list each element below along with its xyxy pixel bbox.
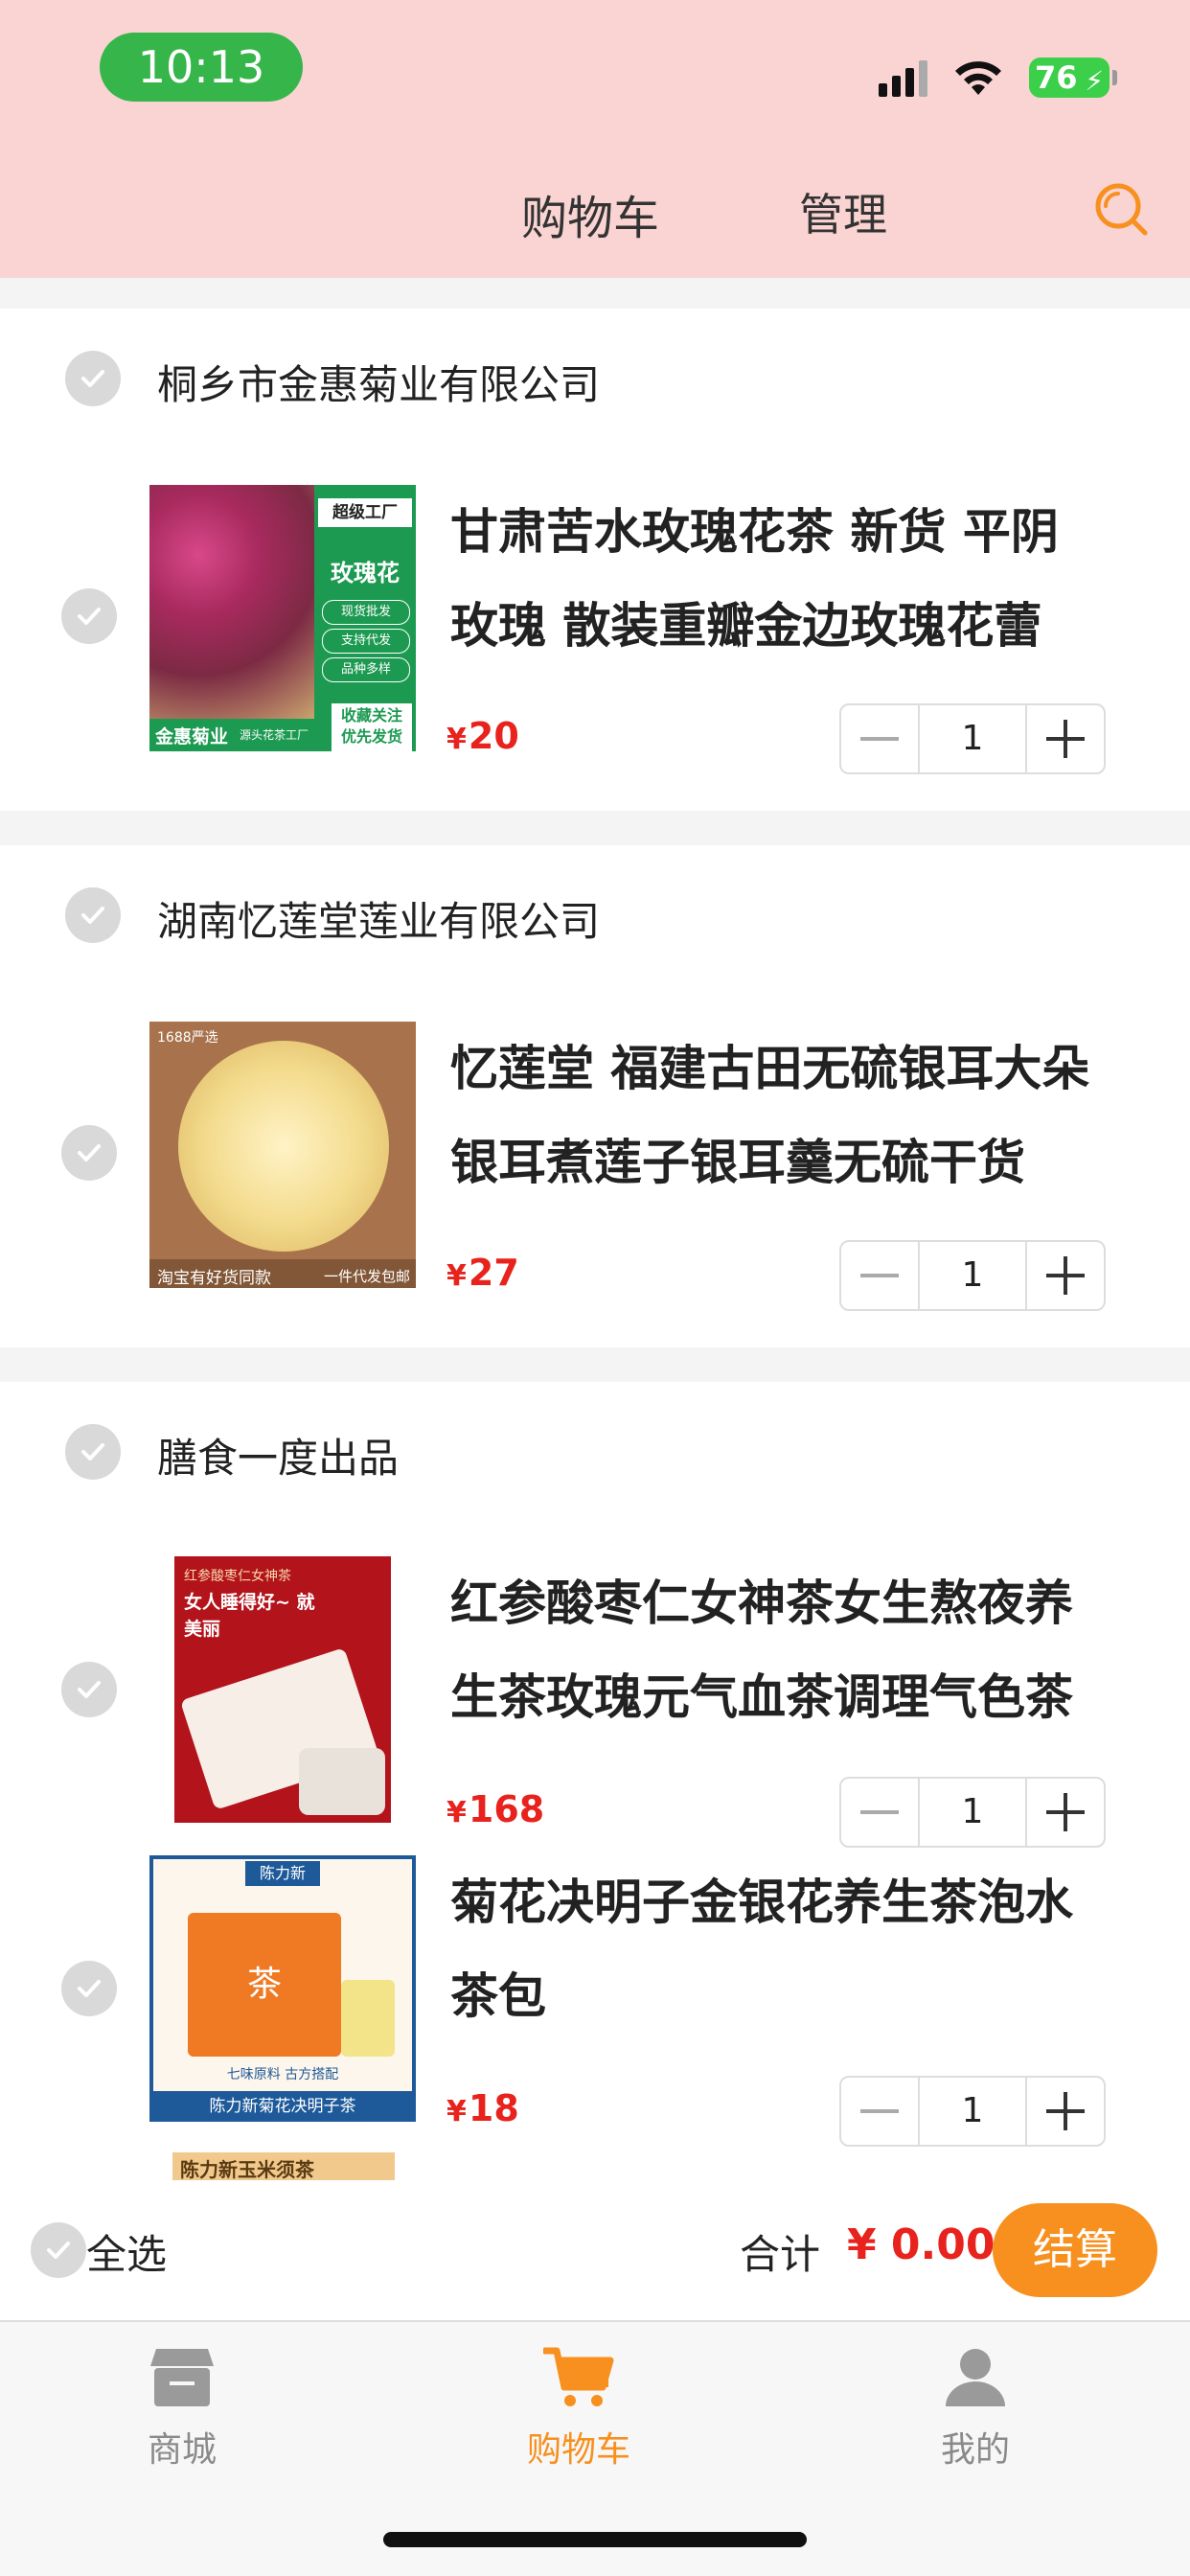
currency-symbol: ¥ (446, 723, 467, 756)
status-time: 10:13 (100, 33, 303, 102)
image-headline: 女人睡得好~ 就美丽 (184, 1592, 315, 1640)
select-all-checkbox[interactable] (31, 2222, 86, 2278)
product-image[interactable]: 1688严选 淘宝有好货同款 一件代发包邮 (149, 1022, 416, 1288)
shop-name[interactable]: 湖南忆莲堂莲业有限公司 (157, 889, 600, 948)
quantity-stepper: 1 (839, 1777, 1106, 1848)
decrease-quantity-button[interactable] (841, 1242, 918, 1309)
image-tag: 品种多样 (322, 657, 410, 682)
quantity-stepper: 1 (839, 703, 1106, 774)
increase-quantity-button[interactable] (1027, 1779, 1104, 1846)
signal-icon (879, 58, 927, 97)
manage-button[interactable]: 管理 (799, 180, 887, 243)
tab-label: 商城 (147, 2430, 217, 2470)
quantity-stepper: 1 (839, 2076, 1106, 2147)
item-select-checkbox[interactable] (61, 1125, 117, 1181)
increase-quantity-button[interactable] (1027, 1242, 1104, 1309)
quantity-value[interactable]: 1 (918, 1779, 1027, 1846)
decrease-quantity-button[interactable] (841, 705, 918, 772)
increase-quantity-button[interactable] (1027, 705, 1104, 772)
factory-badge: 超级工厂 (318, 498, 412, 527)
image-tag: 支持代发 (322, 629, 410, 654)
price-value: 27 (468, 1252, 519, 1294)
shop-select-checkbox[interactable] (65, 887, 121, 943)
rose-buds-photo (149, 485, 314, 719)
quantity-value[interactable]: 1 (918, 2078, 1027, 2145)
shop-select-checkbox[interactable] (65, 351, 121, 406)
currency-symbol: ¥ (446, 1259, 467, 1293)
checkout-bar: 全选 合计 ¥ 0.00 结算 (0, 2180, 1190, 2320)
price-value: 18 (468, 2087, 519, 2129)
image-brand: 金惠菊业 (155, 726, 229, 748)
shop-select-checkbox[interactable] (65, 1424, 121, 1480)
tab-label: 购物车 (526, 2430, 630, 2470)
product-image[interactable]: 红参酸枣仁女神茶 女人睡得好~ 就美丽 (174, 1556, 391, 1823)
page-title: 购物车 (521, 192, 660, 245)
product-image[interactable]: 超级工厂 玫瑰花 现货批发 支持代发 品种多样 金惠菊业 源头花茶工厂 收藏关注… (149, 485, 416, 751)
search-icon[interactable] (1092, 180, 1150, 238)
image-promo: 收藏关注 优先发货 (332, 703, 412, 751)
wifi-icon (952, 58, 1004, 97)
item-select-checkbox[interactable] (61, 1662, 117, 1717)
image-brand: 陈力新 (245, 1861, 320, 1886)
quantity-value[interactable]: 1 (918, 1242, 1027, 1309)
tea-box-photo: 茶 (188, 1913, 341, 2057)
image-headline: 玫瑰花 (331, 560, 400, 586)
product-price: ¥27 (446, 1252, 519, 1294)
total-label: 合计 (740, 2231, 821, 2278)
select-all-label[interactable]: 全选 (86, 2222, 167, 2281)
tab-label: 我的 (940, 2430, 1010, 2470)
image-brand-sub: 源头花茶工厂 (240, 728, 309, 742)
currency-symbol: ¥ (446, 2095, 467, 2128)
item-select-checkbox[interactable] (61, 1961, 117, 2016)
tab-store[interactable]: 商城 (86, 2345, 278, 2472)
image-promo-line: 优先发货 (340, 727, 402, 746)
item-select-checkbox[interactable] (61, 588, 117, 644)
decrease-quantity-button[interactable] (841, 2078, 918, 2145)
image-promo-line: 收藏关注 (340, 706, 402, 724)
image-caption: 陈力新菊花决明子茶 (149, 2091, 416, 2122)
cart-icon (541, 2347, 614, 2406)
tab-profile[interactable]: 我的 (880, 2345, 1071, 2472)
white-fungus-photo (178, 1041, 389, 1252)
total-value: ¥ 0.00 (847, 2220, 995, 2269)
product-image[interactable]: 陈力新玉米须茶 (172, 2152, 395, 2180)
image-tag: 红参酸枣仁女神茶 (184, 1569, 291, 1584)
image-feature: 七味原料 古方搭配 (226, 2067, 339, 2082)
quantity-value[interactable]: 1 (918, 705, 1027, 772)
product-title[interactable]: 忆莲堂 福建古田无硫银耳大朵银耳煮莲子银耳羹无硫干货 (450, 1022, 1102, 1209)
tab-cart[interactable]: 购物车 (483, 2345, 675, 2472)
price-value: 20 (468, 715, 519, 757)
battery-indicator: 76 ⚡ (1029, 58, 1117, 98)
shop-name[interactable]: 桐乡市金惠菊业有限公司 (157, 353, 600, 411)
image-caption: 一件代发包邮 (323, 1268, 410, 1285)
increase-quantity-button[interactable] (1027, 2078, 1104, 2145)
currency-symbol: ¥ (446, 1796, 467, 1829)
quantity-stepper: 1 (839, 1240, 1106, 1311)
product-title[interactable]: 菊花决明子金银花养生茶泡水茶包 (450, 1855, 1102, 2043)
image-tag: 1688严选 (157, 1030, 218, 1046)
price-value: 168 (468, 1788, 545, 1830)
product-image[interactable]: 陈力新 茶 七味原料 古方搭配 陈力新菊花决明子茶 (149, 1855, 416, 2122)
top-bar: 10:13 76 ⚡ 购物车 管理 (0, 0, 1190, 278)
shop-section: 桐乡市金惠菊业有限公司 超级工厂 玫瑰花 现货批发 支持代发 品种多样 金惠菊业… (0, 309, 1190, 811)
product-title[interactable]: 甘肃苦水玫瑰花茶 新货 平阴玫瑰 散装重瓣金边玫瑰花蕾50… (450, 485, 1102, 673)
shop-name[interactable]: 膳食一度出品 (157, 1426, 399, 1484)
image-caption: 淘宝有好货同款 (157, 1269, 271, 1288)
product-title[interactable]: 红参酸枣仁女神茶女生熬夜养生茶玫瑰元气血茶调理气色茶 (450, 1556, 1102, 1744)
store-icon (150, 2349, 214, 2406)
product-price: ¥20 (446, 715, 519, 757)
charging-bolt-icon: ⚡ (1085, 65, 1104, 97)
home-indicator (383, 2532, 807, 2547)
shop-section: 膳食一度出品 红参酸枣仁女神茶 女人睡得好~ 就美丽 红参酸枣仁女神茶女生熬夜养… (0, 1382, 1190, 2180)
decrease-quantity-button[interactable] (841, 1779, 918, 1846)
product-price: ¥168 (446, 1788, 544, 1830)
checkout-button[interactable]: 结算 (993, 2203, 1157, 2297)
shop-section: 湖南忆莲堂莲业有限公司 1688严选 淘宝有好货同款 一件代发包邮 忆莲堂 福建… (0, 845, 1190, 1347)
product-price: ¥18 (446, 2087, 519, 2129)
image-tag: 现货批发 (322, 600, 410, 625)
profile-icon (946, 2349, 1005, 2406)
status-icons: 76 ⚡ (879, 54, 1117, 102)
image-caption: 陈力新玉米须茶 (180, 2158, 314, 2180)
